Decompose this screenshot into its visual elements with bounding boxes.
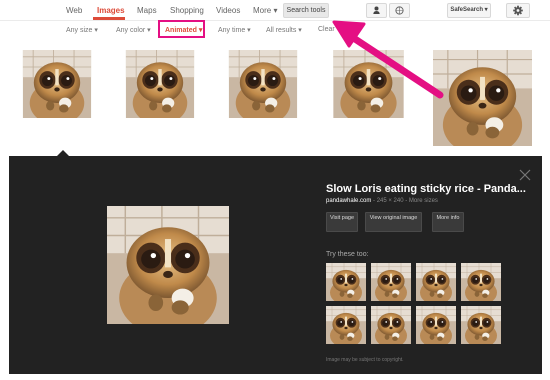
preview-source: pandawhale.com - 245 × 240 - More sizes <box>326 198 438 204</box>
account-button[interactable] <box>366 3 387 18</box>
filter-size[interactable]: Any size ▾ <box>66 26 98 34</box>
filter-clear[interactable]: Clear <box>318 26 335 33</box>
copyright-notice: Image may be subject to copyright. <box>326 357 404 363</box>
search-tools-button[interactable]: Search tools <box>283 3 329 18</box>
safesearch-dropdown[interactable]: SafeSearch ▾ <box>447 3 491 18</box>
image-result-thumbnail[interactable] <box>112 50 208 118</box>
globe-icon <box>395 6 404 15</box>
loris-image <box>433 50 532 146</box>
filter-time[interactable]: Any time ▾ <box>218 26 251 34</box>
settings-button[interactable] <box>506 3 530 18</box>
loris-image <box>326 306 366 344</box>
preview-image[interactable] <box>107 206 229 324</box>
tab-web[interactable]: Web <box>66 6 82 15</box>
loris-image <box>107 206 229 324</box>
related-image-thumbnail[interactable] <box>326 263 366 301</box>
annotation-highlight-box <box>158 20 205 38</box>
active-tab-indicator <box>93 17 125 20</box>
related-image-thumbnail[interactable] <box>461 263 501 301</box>
loris-image <box>371 306 411 344</box>
image-result-thumbnail[interactable] <box>319 50 418 118</box>
image-preview-panel: Slow Loris eating sticky rice - Panda...… <box>9 156 542 374</box>
loris-image <box>461 306 501 344</box>
tab-images[interactable]: Images <box>97 6 125 15</box>
image-result-thumbnail[interactable] <box>433 50 532 146</box>
related-image-thumbnail[interactable] <box>416 306 456 344</box>
loris-image <box>416 306 456 344</box>
loris-image <box>371 263 411 301</box>
tab-maps[interactable]: Maps <box>137 6 157 15</box>
related-image-thumbnail[interactable] <box>416 263 456 301</box>
loris-image <box>319 50 418 118</box>
view-original-image-button[interactable]: View original image <box>365 212 422 232</box>
loris-image <box>461 263 501 301</box>
filter-color[interactable]: Any color ▾ <box>116 26 151 34</box>
loris-image <box>215 50 311 118</box>
loris-image <box>326 263 366 301</box>
more-info-button[interactable]: More info <box>432 212 464 232</box>
image-result-thumbnail[interactable] <box>215 50 311 118</box>
top-navigation: Web Images Maps Shopping Videos More ▾ S… <box>0 0 550 21</box>
visit-page-button[interactable]: Visit page <box>326 212 358 232</box>
gear-icon <box>513 5 523 16</box>
related-images-label: Try these too: <box>326 251 369 258</box>
tab-shopping[interactable]: Shopping <box>170 6 204 15</box>
filter-results[interactable]: All results ▾ <box>266 26 302 34</box>
tab-more[interactable]: More ▾ <box>253 6 277 15</box>
image-dimensions: - 245 × 240 - More sizes <box>371 198 438 204</box>
related-image-thumbnail[interactable] <box>371 263 411 301</box>
loris-image <box>112 50 208 118</box>
close-icon[interactable] <box>518 168 532 182</box>
tab-videos[interactable]: Videos <box>216 6 240 15</box>
person-icon <box>373 6 380 14</box>
search-tools-filter-bar: Any size ▾ Any color ▾ Animated ▾ Any ti… <box>0 21 550 39</box>
image-result-thumbnail[interactable] <box>9 50 105 118</box>
loris-image <box>416 263 456 301</box>
source-site-link[interactable]: pandawhale.com <box>326 198 371 204</box>
related-image-thumbnail[interactable] <box>461 306 501 344</box>
globe-button[interactable] <box>389 3 410 18</box>
related-image-thumbnail[interactable] <box>326 306 366 344</box>
preview-title[interactable]: Slow Loris eating sticky rice - Panda... <box>326 183 526 195</box>
loris-image <box>9 50 105 118</box>
related-image-thumbnail[interactable] <box>371 306 411 344</box>
